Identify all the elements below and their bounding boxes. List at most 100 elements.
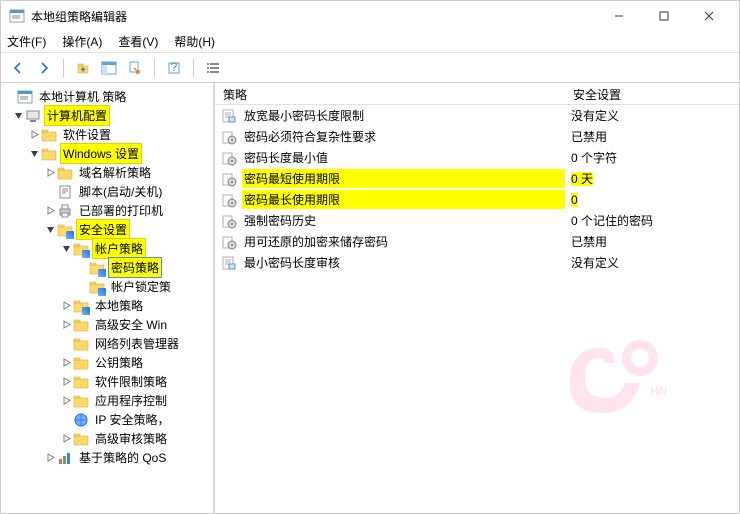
close-button[interactable] (686, 2, 731, 30)
list-body[interactable]: 放宽最小密码长度限制没有定义密码必须符合复杂性要求已禁用密码长度最小值0 个字符… (215, 105, 739, 513)
expand-icon[interactable] (43, 168, 57, 177)
window-controls (596, 2, 731, 30)
tree-root[interactable]: ▶ 本地计算机 策略 (1, 87, 213, 106)
tree-security-settings[interactable]: 安全设置 (1, 220, 213, 239)
tree-advanced-audit[interactable]: 高级审核策略 (1, 429, 213, 448)
policy-root-icon (17, 89, 33, 105)
tree-account-policies[interactable]: 帐户策略 (1, 239, 213, 258)
expand-icon[interactable] (43, 225, 57, 234)
policy-row[interactable]: 强制密码历史0 个记住的密码 (215, 210, 739, 231)
policy-item-icon (221, 171, 237, 187)
expand-icon[interactable] (59, 396, 73, 405)
tree-computer-config[interactable]: 计算机配置 (1, 106, 213, 125)
tree-label: 网络列表管理器 (93, 334, 181, 353)
computer-icon (25, 108, 41, 124)
tree-root-label: 本地计算机 策略 (37, 87, 128, 106)
policy-row[interactable]: 密码长度最小值0 个字符 (215, 147, 739, 168)
menu-file[interactable]: 文件(F) (7, 33, 46, 50)
policy-row[interactable]: 最小密码长度审核没有定义 (215, 252, 739, 273)
up-button[interactable] (72, 57, 94, 79)
policy-setting: 没有定义 (565, 106, 739, 125)
policy-setting: 没有定义 (565, 253, 739, 272)
policy-name: 用可还原的加密来储存密码 (242, 232, 565, 251)
folder-icon (41, 127, 57, 143)
column-header-setting[interactable]: 安全设置 (565, 83, 739, 104)
tree-network-list[interactable]: ▶ 网络列表管理器 (1, 334, 213, 353)
expand-icon[interactable] (43, 453, 57, 462)
folder-icon (73, 431, 89, 447)
export-button[interactable] (124, 57, 146, 79)
tree-dns-policy[interactable]: 域名解析策略 (1, 163, 213, 182)
tree-label: 已部署的打印机 (77, 201, 165, 220)
tree-label: 计算机配置 (45, 106, 109, 125)
policy-setting: 0 个记住的密码 (565, 211, 739, 230)
help-button[interactable]: ? (163, 57, 185, 79)
column-header-policy[interactable]: 策略 (215, 83, 565, 104)
tree-account-lockout[interactable]: ▶ 帐户锁定策 (1, 277, 213, 296)
policy-name: 强制密码历史 (242, 211, 565, 230)
policy-name: 密码必须符合复杂性要求 (242, 127, 565, 146)
tree-ip-security[interactable]: ▶ IP 安全策略， (1, 410, 213, 429)
forward-button[interactable] (33, 57, 55, 79)
policy-row[interactable]: 密码最长使用期限0 (215, 189, 739, 210)
policy-item-icon (221, 150, 237, 166)
back-button[interactable] (7, 57, 29, 79)
tree-qos[interactable]: 基于策略的 QoS (1, 448, 213, 467)
policy-setting: 已禁用 (565, 127, 739, 146)
minimize-button[interactable] (596, 2, 641, 30)
tree-software-settings[interactable]: 软件设置 (1, 125, 213, 144)
expand-icon[interactable] (27, 130, 41, 139)
tree-password-policy[interactable]: ▶ 密码策略 (1, 258, 213, 277)
expand-icon[interactable] (59, 301, 73, 310)
tree-label: 安全设置 (77, 220, 129, 239)
expand-icon[interactable] (59, 358, 73, 367)
tree-pane[interactable]: ▶ 本地计算机 策略 计算机配置 软件设置 Windows 设置 域名解析策略 … (1, 83, 215, 513)
folder-icon (41, 146, 57, 162)
tree-local-policies[interactable]: 本地策略 (1, 296, 213, 315)
tree-advanced-firewall[interactable]: 高级安全 Win (1, 315, 213, 334)
tree-label: 帐户锁定策 (109, 277, 173, 296)
tree-label: 公钥策略 (93, 353, 145, 372)
details-view-button[interactable] (202, 57, 224, 79)
folder-icon (57, 165, 73, 181)
tree-label: 基于策略的 QoS (77, 448, 168, 467)
window-title: 本地组策略编辑器 (31, 8, 596, 25)
expand-icon[interactable] (59, 320, 73, 329)
tree-public-key[interactable]: 公钥策略 (1, 353, 213, 372)
show-hide-tree-button[interactable] (98, 57, 120, 79)
tree-scripts[interactable]: ▶ 脚本(启动/关机) (1, 182, 213, 201)
expand-icon[interactable] (43, 206, 57, 215)
tree-label: 高级安全 Win (93, 315, 169, 334)
menu-action[interactable]: 操作(A) (62, 33, 102, 50)
policy-row[interactable]: 用可还原的加密来储存密码已禁用 (215, 231, 739, 252)
security-folder-icon (89, 279, 105, 295)
policy-row[interactable]: 放宽最小密码长度限制没有定义 (215, 105, 739, 126)
tree-label: 脚本(启动/关机) (77, 182, 164, 201)
policy-setting: 0 (565, 192, 739, 208)
policy-setting: 0 天 (565, 169, 739, 188)
tree-label: 密码策略 (109, 258, 161, 277)
menubar: 文件(F) 操作(A) 查看(V) 帮助(H) (1, 31, 739, 53)
policy-item-icon (221, 108, 237, 124)
expand-icon[interactable] (27, 149, 41, 158)
tree-app-control[interactable]: 应用程序控制 (1, 391, 213, 410)
menu-view[interactable]: 查看(V) (118, 33, 158, 50)
tree-label: 域名解析策略 (77, 163, 153, 182)
expand-icon[interactable] (59, 434, 73, 443)
maximize-button[interactable] (641, 2, 686, 30)
ipsec-icon (73, 412, 89, 428)
menu-help[interactable]: 帮助(H) (174, 33, 215, 50)
expand-icon[interactable] (11, 111, 25, 120)
policy-row[interactable]: 密码最短使用期限0 天 (215, 168, 739, 189)
security-folder-icon (89, 260, 105, 276)
policy-name: 密码最长使用期限 (242, 190, 565, 209)
tree-windows-settings[interactable]: Windows 设置 (1, 144, 213, 163)
tree-label: 应用程序控制 (93, 391, 169, 410)
tree-software-restriction[interactable]: 软件限制策略 (1, 372, 213, 391)
tree-deployed-printers[interactable]: 已部署的打印机 (1, 201, 213, 220)
expand-icon[interactable] (59, 244, 73, 253)
folder-icon (73, 374, 89, 390)
policy-row[interactable]: 密码必须符合复杂性要求已禁用 (215, 126, 739, 147)
expand-icon[interactable] (59, 377, 73, 386)
list-header: 策略 安全设置 (215, 83, 739, 105)
